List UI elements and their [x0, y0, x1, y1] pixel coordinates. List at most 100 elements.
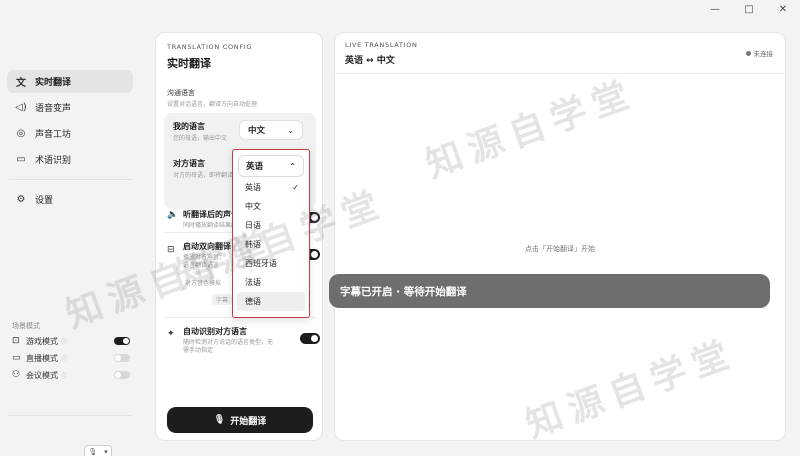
scene-meeting-mode: ⚇ 会议模式 ⓘ	[12, 368, 130, 382]
start-translation-button[interactable]: 🎙 开始翻译	[167, 407, 313, 433]
live-mode-toggle[interactable]	[114, 354, 130, 362]
sidebar-item-live-translation[interactable]: 文 实时翻译	[7, 70, 133, 93]
subtitle-overlay[interactable]: 字幕已开启 · 等待开始翻译	[329, 274, 770, 308]
nav-divider	[9, 179, 131, 180]
people-icon: ⚇	[12, 370, 21, 380]
close-button[interactable]: ✕	[766, 0, 800, 18]
other-language-select[interactable]: 英语 ⌃	[238, 155, 304, 177]
maximize-button[interactable]: □	[732, 0, 766, 18]
sidebar-item-label: 术语识别	[35, 156, 72, 166]
subtitle-text: 字幕已开启 · 等待开始翻译	[340, 285, 467, 298]
option-label: 德语	[245, 297, 261, 306]
voice-wave-icon: ◁)	[15, 102, 27, 113]
book-icon: ▭	[16, 154, 26, 165]
connection-status: 未连接	[745, 48, 774, 58]
translate-icon: 文	[16, 78, 26, 89]
sidebar-item-settings[interactable]: ⚙ 设置	[7, 188, 133, 211]
live-translation-panel: LIVE TRANSLATION 英语 ↔ 中文 未连接 点击「开始翻译」开始	[334, 32, 786, 441]
sidebar: 文 实时翻译 ◁) 语音变声 ◎ 声音工坊 ▭ 术语识别 ⚙ 设置 场景模式 ⊡…	[0, 18, 140, 456]
language-pair: 英语 ↔ 中文	[345, 56, 395, 66]
sidebar-item-label: 实时翻译	[35, 78, 72, 88]
start-translation-label: 开始翻译	[230, 416, 267, 427]
meeting-mode-toggle[interactable]	[114, 371, 130, 379]
microphone-icon: 🎙	[88, 448, 98, 456]
auto-detect-row: ✦ 自动识别对方语言 随时检测对方说话的语言类型，无 需手动指定	[164, 323, 320, 355]
my-language-sub: 您的母语，输出中文	[173, 135, 228, 142]
check-icon: ✓	[292, 183, 299, 192]
option-label: 中文	[245, 202, 261, 211]
sidebar-item-voice-workshop[interactable]: ◎ 声音工坊	[7, 122, 133, 145]
microphone-icon: 🎙	[213, 415, 226, 425]
sidebar-item-term-recognition[interactable]: ▭ 术语识别	[7, 148, 133, 171]
selected-language: 英语	[246, 162, 264, 172]
gear-icon: ⚙	[16, 194, 26, 205]
scene-mode-title: 场景模式	[12, 322, 40, 330]
empty-hint: 点击「开始翻译」开始	[525, 245, 595, 253]
other-language-label: 对方语言	[173, 159, 205, 168]
language-option[interactable]: 德语	[237, 292, 305, 311]
language-option-list: 英语 ✓ 中文 日语 韩语 西班牙语 法语 德语	[237, 178, 305, 311]
status-dot-icon	[745, 50, 751, 56]
info-icon: ⓘ	[61, 338, 68, 346]
header-divider	[335, 73, 785, 74]
bidirectional-title: 启动双向翻译	[183, 242, 231, 251]
option-label: 英语	[245, 183, 261, 192]
bidirectional-icon: ⊟	[167, 245, 175, 255]
speaker-icon: 🔈	[167, 210, 179, 220]
close-icon: ✕	[778, 3, 788, 15]
other-language-dropdown: 英语 ⌃ 英语 ✓ 中文 日语 韩语 西班牙语 法语 德语	[232, 149, 310, 318]
option-label: 法语	[245, 278, 261, 287]
other-language-sub: 对方的母语，即将翻译	[173, 172, 234, 179]
language-option[interactable]: 中文	[237, 197, 305, 216]
scene-label: 游戏模式	[26, 336, 58, 346]
option-label: 西班牙语	[245, 259, 277, 268]
sidebar-divider	[8, 415, 132, 416]
language-option[interactable]: 英语 ✓	[237, 178, 305, 197]
window-controls: — □ ✕	[698, 0, 800, 18]
subtitle-chip[interactable]: 字幕	[212, 294, 233, 305]
auto-detect-sub-2: 需手动指定	[183, 347, 214, 354]
scene-live-mode: ▭ 直播模式 ⓘ	[12, 351, 130, 365]
sidebar-item-label: 语音变声	[35, 104, 72, 114]
sidebar-item-label: 设置	[35, 196, 54, 206]
chevron-down-icon: ⌄	[287, 125, 294, 135]
option-label: 韩语	[245, 240, 261, 249]
config-title: 实时翻译	[167, 57, 211, 70]
live-eyebrow: LIVE TRANSLATION	[345, 41, 418, 49]
status-label: 未连接	[753, 50, 774, 58]
group-title: 沟通语言	[167, 89, 195, 97]
config-eyebrow: TRANSLATION CONFIG	[167, 43, 253, 51]
mic-device-selector[interactable]: 🎙 ▾	[84, 445, 112, 456]
voice-workshop-icon: ◎	[16, 128, 26, 139]
language-option[interactable]: 日语	[237, 216, 305, 235]
info-icon: ⓘ	[61, 372, 68, 380]
sidebar-item-label: 声音工坊	[35, 130, 72, 140]
bidirectional-sub-2: 语言翻译语言	[183, 262, 220, 269]
auto-detect-title: 自动识别对方语言	[183, 327, 247, 336]
minimize-button[interactable]: —	[698, 0, 732, 18]
sidebar-nav: 文 实时翻译 ◁) 语音变声 ◎ 声音工坊 ▭ 术语识别 ⚙ 设置	[7, 70, 133, 214]
game-mode-toggle[interactable]	[114, 337, 130, 345]
scene-game-mode: ⊡ 游戏模式 ⓘ	[12, 334, 130, 348]
scene-label: 会议模式	[26, 370, 58, 380]
my-language-select[interactable]: 中文 ⌄	[239, 120, 303, 140]
language-option[interactable]: 法语	[237, 273, 305, 292]
info-icon: ⓘ	[61, 355, 68, 363]
broadcast-icon: ▭	[12, 353, 21, 363]
chevron-up-icon: ⌃	[289, 161, 296, 171]
sidebar-item-voice-changer[interactable]: ◁) 语音变声	[7, 96, 133, 119]
language-option[interactable]: 韩语	[237, 235, 305, 254]
auto-detect-toggle[interactable]	[300, 333, 320, 344]
scene-label: 直播模式	[26, 353, 58, 363]
voice-clone-label: 对方音色模拟	[185, 280, 222, 287]
chevron-down-icon: ▾	[104, 448, 108, 456]
option-label: 日语	[245, 221, 261, 230]
listen-title: 听翻译后的声音	[183, 210, 239, 219]
my-language-value: 中文	[248, 126, 266, 136]
group-description: 设置对话语言，翻译方向自动处理	[167, 101, 258, 108]
my-language-label: 我的语言	[173, 122, 205, 131]
gamepad-icon: ⊡	[12, 336, 20, 346]
language-option[interactable]: 西班牙语	[237, 254, 305, 273]
sparkle-icon: ✦	[167, 329, 175, 339]
minimize-icon: —	[710, 3, 720, 15]
